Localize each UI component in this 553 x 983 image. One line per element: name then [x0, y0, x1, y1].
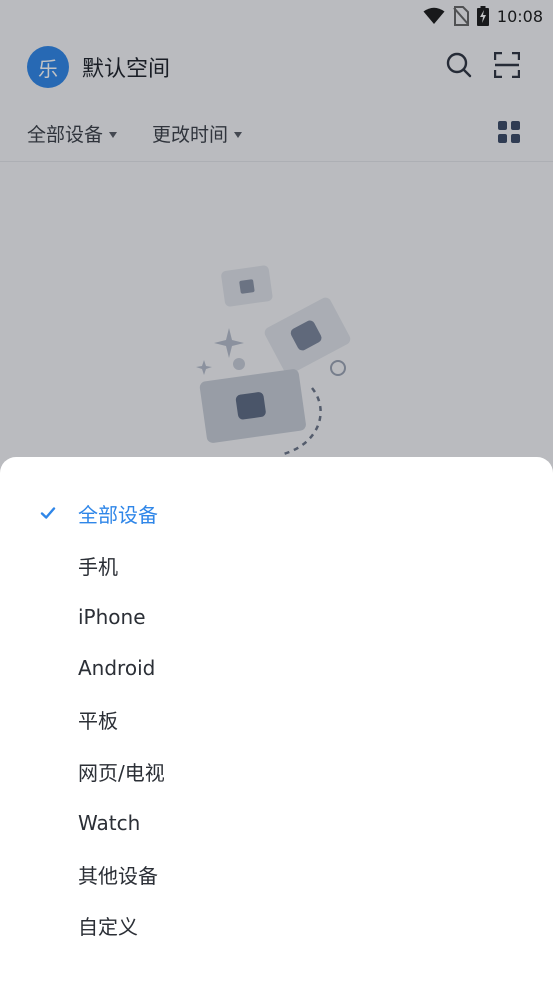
- option-label: Android: [78, 656, 156, 681]
- device-filter-sheet: 全部设备 手机 iPhone Android 平板 网页/电视 Watch 其他…: [0, 457, 553, 983]
- option-custom[interactable]: 自定义: [0, 900, 553, 952]
- checkmark-icon: [40, 507, 56, 519]
- option-label: 平板: [78, 709, 118, 734]
- option-tablet[interactable]: 平板: [0, 694, 553, 746]
- option-iphone[interactable]: iPhone: [0, 591, 553, 643]
- option-label: Watch: [78, 810, 141, 835]
- option-phone[interactable]: 手机: [0, 540, 553, 592]
- option-android[interactable]: Android: [0, 643, 553, 695]
- option-label: 其他设备: [78, 863, 158, 888]
- option-label: 手机: [78, 554, 118, 579]
- option-all-devices[interactable]: 全部设备: [0, 488, 553, 540]
- option-label: 自定义: [78, 915, 138, 940]
- option-label: 全部设备: [78, 503, 158, 528]
- screen: 10:08 乐 默认空间 全部设备 更改时间 全部设备 手机 iPhone An…: [0, 0, 553, 983]
- option-web-tv[interactable]: 网页/电视: [0, 746, 553, 798]
- option-label: iPhone: [78, 604, 146, 629]
- option-label: 网页/电视: [78, 760, 165, 785]
- option-other-devices[interactable]: 其他设备: [0, 849, 553, 901]
- option-watch[interactable]: Watch: [0, 797, 553, 849]
